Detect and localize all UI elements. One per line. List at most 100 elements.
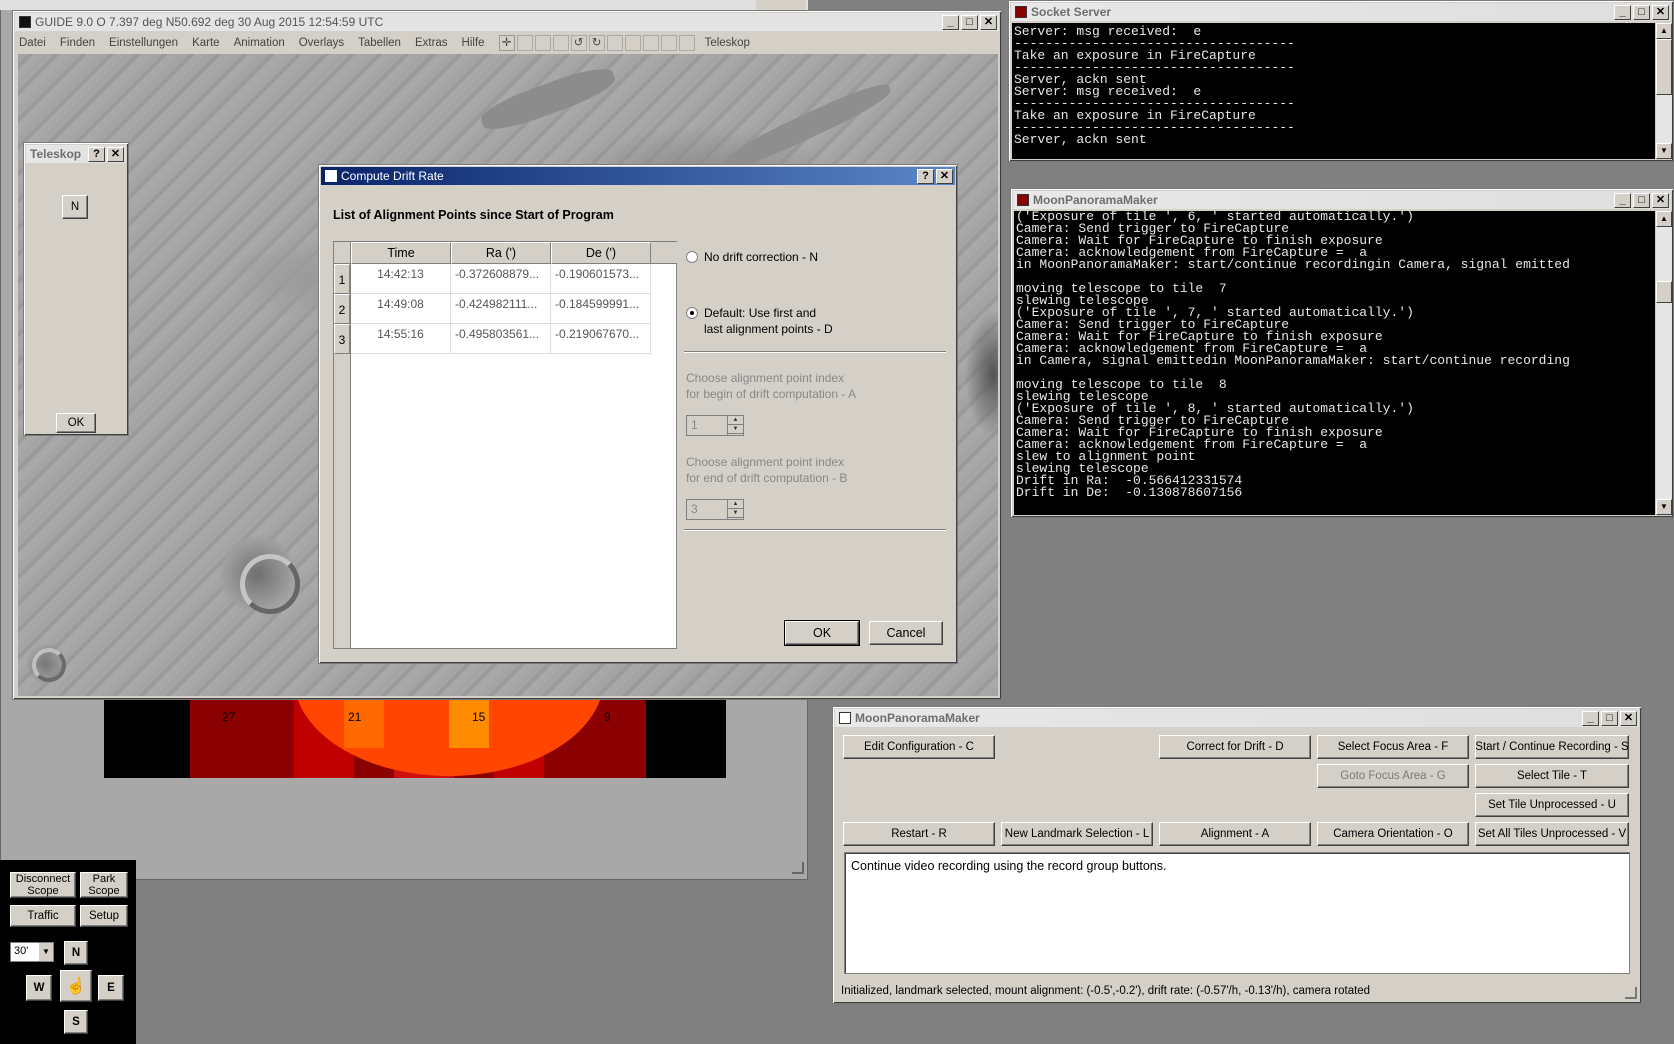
menu-datei[interactable]: Datei bbox=[19, 37, 46, 49]
close-icon[interactable]: ✕ bbox=[936, 168, 953, 184]
minimize-icon[interactable]: _ bbox=[1614, 4, 1631, 20]
traffic-button[interactable]: Traffic bbox=[10, 905, 76, 927]
toolbar-icon[interactable] bbox=[534, 35, 551, 51]
goto-focus-area-button[interactable]: Goto Focus Area - G bbox=[1317, 764, 1469, 788]
end-index-spinbox[interactable]: 3 ▲ ▼ bbox=[686, 499, 744, 520]
row-index[interactable]: 3 bbox=[334, 324, 350, 354]
disconnect-scope-button[interactable]: Disconnect Scope bbox=[10, 872, 76, 898]
toolbar-icon[interactable] bbox=[624, 35, 641, 51]
ok-button[interactable]: OK bbox=[784, 620, 860, 646]
console-line: Drift in De: -0.130878607156 bbox=[1016, 485, 1243, 500]
scroll-thumb[interactable] bbox=[1656, 281, 1672, 303]
alignment-table[interactable]: Time Ra (') De (') 1 2 3 14:42:13 -0.372… bbox=[333, 241, 677, 649]
resize-grip-icon[interactable] bbox=[792, 862, 804, 874]
spin-up-icon[interactable]: ▲ bbox=[728, 500, 743, 509]
toolbar-icon[interactable] bbox=[606, 35, 623, 51]
radio-default-label-line1[interactable]: Default: Use first and bbox=[704, 306, 816, 320]
correct-drift-button[interactable]: Correct for Drift - D bbox=[1159, 735, 1311, 759]
north-button[interactable]: N bbox=[62, 195, 88, 219]
row-index[interactable]: 1 bbox=[334, 264, 350, 294]
help-icon[interactable]: ? bbox=[88, 146, 105, 162]
restart-button[interactable]: Restart - R bbox=[843, 822, 995, 846]
menu-extras[interactable]: Extras bbox=[415, 37, 448, 49]
close-icon[interactable]: ✕ bbox=[1652, 4, 1669, 20]
scroll-up-icon[interactable]: ▲ bbox=[1656, 211, 1672, 227]
crosshair-icon[interactable]: ✛ bbox=[498, 35, 515, 51]
close-icon[interactable]: ✕ bbox=[1652, 192, 1669, 208]
moon-main-window: MoonPanoramaMaker _ □ ✕ Edit Configurati… bbox=[832, 706, 1642, 1004]
header-filler bbox=[651, 242, 677, 264]
col-header-time[interactable]: Time bbox=[351, 242, 451, 264]
scroll-up-icon[interactable]: ▲ bbox=[1656, 23, 1672, 39]
toolbar-icon[interactable] bbox=[642, 35, 659, 51]
menu-karte[interactable]: Karte bbox=[192, 37, 220, 49]
north-button[interactable]: N bbox=[64, 941, 88, 965]
alignment-button[interactable]: Alignment - A bbox=[1159, 822, 1311, 846]
zoom-select[interactable]: 30' ▼ bbox=[10, 942, 54, 962]
radio-default-label-line2[interactable]: last alignment points - D bbox=[704, 322, 833, 336]
spin-down-icon[interactable]: ▼ bbox=[728, 509, 743, 518]
close-icon[interactable]: ✕ bbox=[980, 14, 997, 30]
new-landmark-button[interactable]: New Landmark Selection - L bbox=[1001, 822, 1153, 846]
start-recording-button[interactable]: Start / Continue Recording - S bbox=[1475, 735, 1629, 759]
camera-orientation-button[interactable]: Camera Orientation - O bbox=[1317, 822, 1469, 846]
toolbar-teleskop-label[interactable]: Teleskop bbox=[705, 37, 750, 49]
toolbar-icon[interactable] bbox=[660, 35, 677, 51]
rotate-left-icon[interactable]: ↺ bbox=[570, 35, 587, 51]
menu-einstellungen[interactable]: Einstellungen bbox=[109, 37, 178, 49]
set-tile-unprocessed-button[interactable]: Set Tile Unprocessed - U bbox=[1475, 793, 1629, 817]
west-button[interactable]: W bbox=[26, 975, 52, 1001]
toolbar-icon[interactable] bbox=[552, 35, 569, 51]
set-all-unprocessed-button[interactable]: Set All Tiles Unprocessed - V bbox=[1475, 822, 1629, 846]
minimize-icon[interactable]: _ bbox=[1614, 192, 1631, 208]
maximize-icon[interactable]: □ bbox=[1633, 192, 1650, 208]
hand-pointer-icon[interactable]: ☝ bbox=[60, 970, 92, 1002]
toolbar-icon[interactable] bbox=[678, 35, 695, 51]
ok-button[interactable]: OK bbox=[56, 413, 96, 433]
menu-overlays[interactable]: Overlays bbox=[299, 37, 344, 49]
minimize-icon[interactable]: _ bbox=[942, 14, 959, 30]
moon-console-output[interactable]: ('Exposure of tile ', 6, ' started autom… bbox=[1014, 211, 1655, 515]
spin-arrows[interactable]: ▲ ▼ bbox=[727, 500, 743, 519]
message-box[interactable]: Continue video recording using the recor… bbox=[844, 852, 1630, 974]
scroll-down-icon[interactable]: ▼ bbox=[1656, 499, 1672, 515]
help-icon[interactable]: ? bbox=[917, 168, 934, 184]
col-header-de[interactable]: De (') bbox=[551, 242, 651, 264]
maximize-icon[interactable]: □ bbox=[1633, 4, 1650, 20]
menu-finden[interactable]: Finden bbox=[60, 37, 95, 49]
spin-down-icon[interactable]: ▼ bbox=[728, 425, 743, 434]
row-index[interactable]: 2 bbox=[334, 294, 350, 324]
close-icon[interactable]: ✕ bbox=[107, 146, 124, 162]
toolbar-icon[interactable] bbox=[516, 35, 533, 51]
col-header-ra[interactable]: Ra (') bbox=[451, 242, 551, 264]
maximize-icon[interactable]: □ bbox=[1601, 710, 1618, 726]
select-tile-button[interactable]: Select Tile - T bbox=[1475, 764, 1629, 788]
radio-default[interactable] bbox=[686, 307, 698, 319]
rotate-right-icon[interactable]: ↻ bbox=[588, 35, 605, 51]
scroll-thumb[interactable] bbox=[1656, 39, 1672, 95]
socket-console[interactable]: Server: msg received: e -----------------… bbox=[1012, 23, 1655, 159]
park-scope-button[interactable]: Park Scope bbox=[80, 872, 128, 898]
cancel-button[interactable]: Cancel bbox=[869, 621, 943, 645]
minimize-icon[interactable]: _ bbox=[1582, 710, 1599, 726]
resize-grip-icon[interactable] bbox=[1625, 987, 1637, 999]
scroll-down-icon[interactable]: ▼ bbox=[1656, 143, 1672, 159]
chevron-down-icon[interactable]: ▼ bbox=[39, 943, 53, 961]
setup-button[interactable]: Setup bbox=[80, 905, 128, 927]
menu-tabellen[interactable]: Tabellen bbox=[358, 37, 401, 49]
close-icon[interactable]: ✕ bbox=[1620, 710, 1637, 726]
spin-up-icon[interactable]: ▲ bbox=[728, 416, 743, 425]
menu-hilfe[interactable]: Hilfe bbox=[462, 37, 485, 49]
menu-animation[interactable]: Animation bbox=[234, 37, 285, 49]
radio-no-drift[interactable] bbox=[686, 251, 698, 263]
south-button[interactable]: S bbox=[64, 1010, 88, 1034]
spin-arrows[interactable]: ▲ ▼ bbox=[727, 416, 743, 435]
vertical-scrollbar[interactable]: ▲ ▼ bbox=[1655, 211, 1672, 515]
edit-configuration-button[interactable]: Edit Configuration - C bbox=[843, 735, 995, 759]
maximize-icon[interactable]: □ bbox=[961, 14, 978, 30]
east-button[interactable]: E bbox=[98, 975, 124, 1001]
begin-index-spinbox[interactable]: 1 ▲ ▼ bbox=[686, 415, 744, 436]
vertical-scrollbar[interactable]: ▲ ▼ bbox=[1655, 23, 1672, 159]
select-focus-area-button[interactable]: Select Focus Area - F bbox=[1317, 735, 1469, 759]
radio-no-drift-label[interactable]: No drift correction - N bbox=[704, 250, 818, 264]
